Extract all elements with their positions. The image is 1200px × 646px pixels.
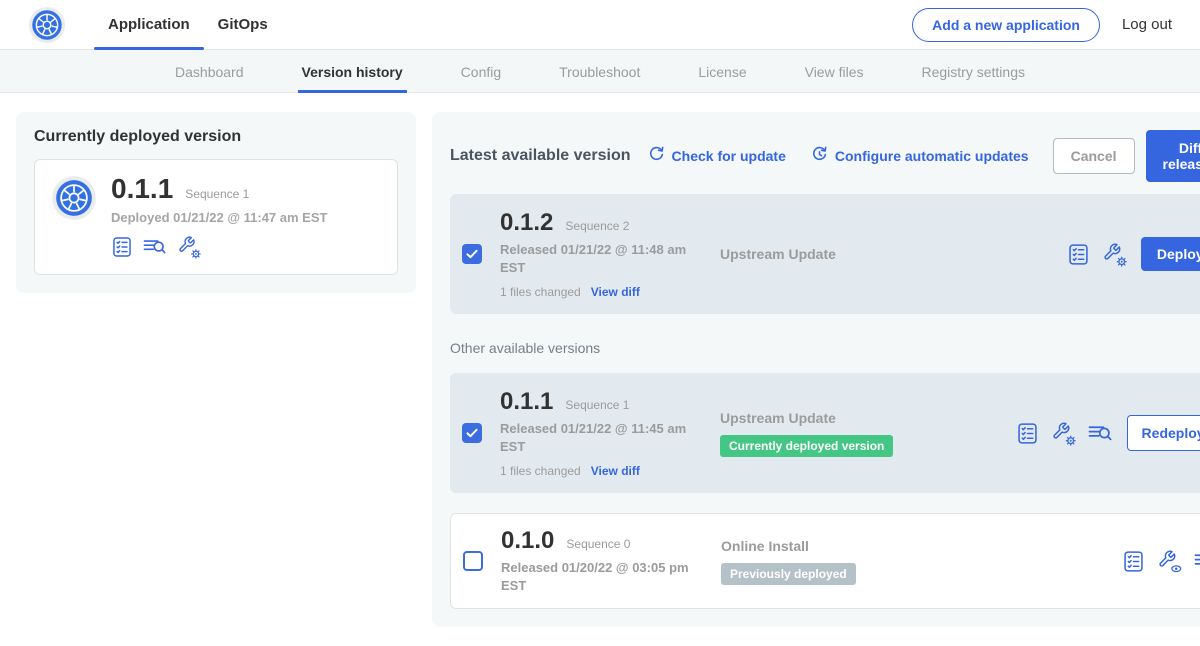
deployed-version-card: 0.1.1 Sequence 1 Deployed 01/21/22 @ 11:… bbox=[34, 159, 398, 275]
released-timestamp: Released 01/21/22 @ 11:45 am EST bbox=[500, 420, 698, 455]
deployed-version-details: 0.1.1 Sequence 1 Deployed 01/21/22 @ 11:… bbox=[111, 173, 327, 259]
latest-available-title: Latest available version bbox=[450, 147, 631, 165]
deployed-timestamp: Deployed 01/21/22 @ 11:47 am EST bbox=[111, 210, 327, 225]
tab-application-label: Application bbox=[108, 16, 190, 33]
version-sequence: Sequence 0 bbox=[566, 537, 630, 551]
subnav-tab-registry-settings-label: Registry settings bbox=[922, 64, 1025, 80]
tab-gitops-label: GitOps bbox=[218, 16, 268, 33]
currently-deployed-title: Currently deployed version bbox=[34, 128, 398, 146]
subnav-tab-config[interactable]: Config bbox=[461, 50, 501, 93]
add-new-application-button[interactable]: Add a new application bbox=[912, 8, 1100, 42]
version-info: 0.1.0 Sequence 0 Released 01/20/22 @ 03:… bbox=[501, 527, 706, 594]
subnav-tab-version-history[interactable]: Version history bbox=[302, 50, 403, 93]
release-notes-icon[interactable] bbox=[1016, 422, 1039, 445]
app-sub-nav: Dashboard Version history Config Trouble… bbox=[0, 50, 1200, 93]
edit-config-icon[interactable] bbox=[1102, 242, 1127, 267]
version-0-1-2-checkbox[interactable] bbox=[462, 244, 482, 264]
deploy-button[interactable]: Deploy bbox=[1141, 237, 1200, 271]
subnav-tab-license-label: License bbox=[698, 64, 746, 80]
cancel-button[interactable]: Cancel bbox=[1053, 138, 1135, 174]
version-0-1-1-checkbox[interactable] bbox=[462, 423, 482, 443]
edit-config-icon[interactable] bbox=[1051, 421, 1076, 446]
version-source-column: Upstream Update Currently deployed versi… bbox=[720, 410, 1016, 457]
check-for-update-link[interactable]: Check for update bbox=[647, 145, 786, 167]
released-timestamp: Released 01/21/22 @ 11:48 am EST bbox=[500, 241, 698, 276]
redeploy-button[interactable]: Redeploy bbox=[1127, 415, 1200, 451]
version-row-0-1-2: 0.1.2 Sequence 2 Released 01/21/22 @ 11:… bbox=[450, 194, 1200, 314]
view-diff-link[interactable]: View diff bbox=[591, 285, 640, 299]
version-info: 0.1.2 Sequence 2 Released 01/21/22 @ 11:… bbox=[500, 209, 705, 298]
release-notes-icon[interactable] bbox=[1067, 243, 1090, 266]
version-row-0-1-1: 0.1.1 Sequence 1 Released 01/21/22 @ 11:… bbox=[450, 373, 1200, 493]
deploy-logs-icon[interactable] bbox=[143, 236, 167, 258]
kubernetes-app-icon bbox=[51, 175, 97, 221]
subnav-tab-config-label: Config bbox=[461, 64, 501, 80]
diff-releases-button[interactable]: Diff releases bbox=[1146, 130, 1200, 182]
currently-deployed-badge: Currently deployed version bbox=[720, 435, 893, 457]
subnav-tab-troubleshoot-label: Troubleshoot bbox=[559, 64, 640, 80]
version-source-column: Upstream Update bbox=[720, 246, 1067, 262]
version-sequence: Sequence 1 bbox=[565, 398, 629, 412]
version-source-label: Upstream Update bbox=[720, 410, 836, 426]
version-source-label: Online Install bbox=[721, 538, 809, 554]
files-changed-label: 1 files changed bbox=[500, 285, 581, 299]
subnav-tab-license[interactable]: License bbox=[698, 50, 746, 93]
logout-button[interactable]: Log out bbox=[1122, 16, 1172, 33]
main-content: Currently deployed version bbox=[0, 93, 1200, 646]
view-config-icon[interactable] bbox=[1157, 549, 1182, 574]
kubernetes-logo-icon bbox=[28, 6, 66, 44]
subnav-tab-view-files-label: View files bbox=[805, 64, 864, 80]
tab-gitops[interactable]: GitOps bbox=[204, 0, 282, 50]
previously-deployed-badge: Previously deployed bbox=[721, 563, 856, 585]
deploy-logs-icon[interactable] bbox=[1088, 422, 1113, 445]
subnav-tab-registry-settings[interactable]: Registry settings bbox=[922, 50, 1025, 93]
tab-application[interactable]: Application bbox=[94, 0, 204, 50]
version-number: 0.1.2 bbox=[500, 209, 553, 237]
top-nav: Application GitOps Add a new application… bbox=[0, 0, 1200, 50]
subnav-tab-troubleshoot[interactable]: Troubleshoot bbox=[559, 50, 640, 93]
view-diff-link[interactable]: View diff bbox=[591, 464, 640, 478]
configure-automatic-updates-label: Configure automatic updates bbox=[835, 148, 1029, 164]
check-for-update-label: Check for update bbox=[672, 148, 786, 164]
subnav-tab-dashboard-label: Dashboard bbox=[175, 64, 244, 80]
subnav-tab-version-history-label: Version history bbox=[302, 64, 403, 80]
refresh-icon bbox=[647, 145, 666, 167]
release-notes-icon[interactable] bbox=[1122, 550, 1145, 573]
files-changed-label: 1 files changed bbox=[500, 464, 581, 478]
released-timestamp: Released 01/20/22 @ 03:05 pm EST bbox=[501, 559, 699, 594]
configure-automatic-updates-link[interactable]: Configure automatic updates bbox=[810, 145, 1029, 167]
version-source-column: Online Install Previously deployed bbox=[721, 538, 1122, 585]
version-source-label: Upstream Update bbox=[720, 246, 836, 262]
version-number: 0.1.1 bbox=[500, 388, 553, 416]
version-row-0-1-0: 0.1.0 Sequence 0 Released 01/20/22 @ 03:… bbox=[450, 513, 1200, 609]
subnav-tab-view-files[interactable]: View files bbox=[805, 50, 864, 93]
deployed-version-number: 0.1.1 bbox=[111, 173, 173, 205]
deployed-version-sequence: Sequence 1 bbox=[185, 187, 249, 201]
subnav-tab-dashboard[interactable]: Dashboard bbox=[175, 50, 244, 93]
other-versions-title: Other available versions bbox=[450, 340, 1200, 356]
edit-config-icon[interactable] bbox=[177, 235, 201, 259]
available-versions-header: Latest available version Check for updat… bbox=[450, 130, 1200, 182]
scheduled-update-icon bbox=[810, 145, 829, 167]
deploy-logs-icon[interactable] bbox=[1194, 550, 1200, 573]
release-notes-icon[interactable] bbox=[111, 236, 133, 258]
currently-deployed-panel: Currently deployed version bbox=[16, 112, 416, 293]
version-number: 0.1.0 bbox=[501, 527, 554, 555]
version-sequence: Sequence 2 bbox=[565, 219, 629, 233]
version-info: 0.1.1 Sequence 1 Released 01/21/22 @ 11:… bbox=[500, 388, 705, 477]
available-versions-panel: Latest available version Check for updat… bbox=[432, 112, 1200, 627]
version-0-1-0-checkbox[interactable] bbox=[463, 551, 483, 571]
